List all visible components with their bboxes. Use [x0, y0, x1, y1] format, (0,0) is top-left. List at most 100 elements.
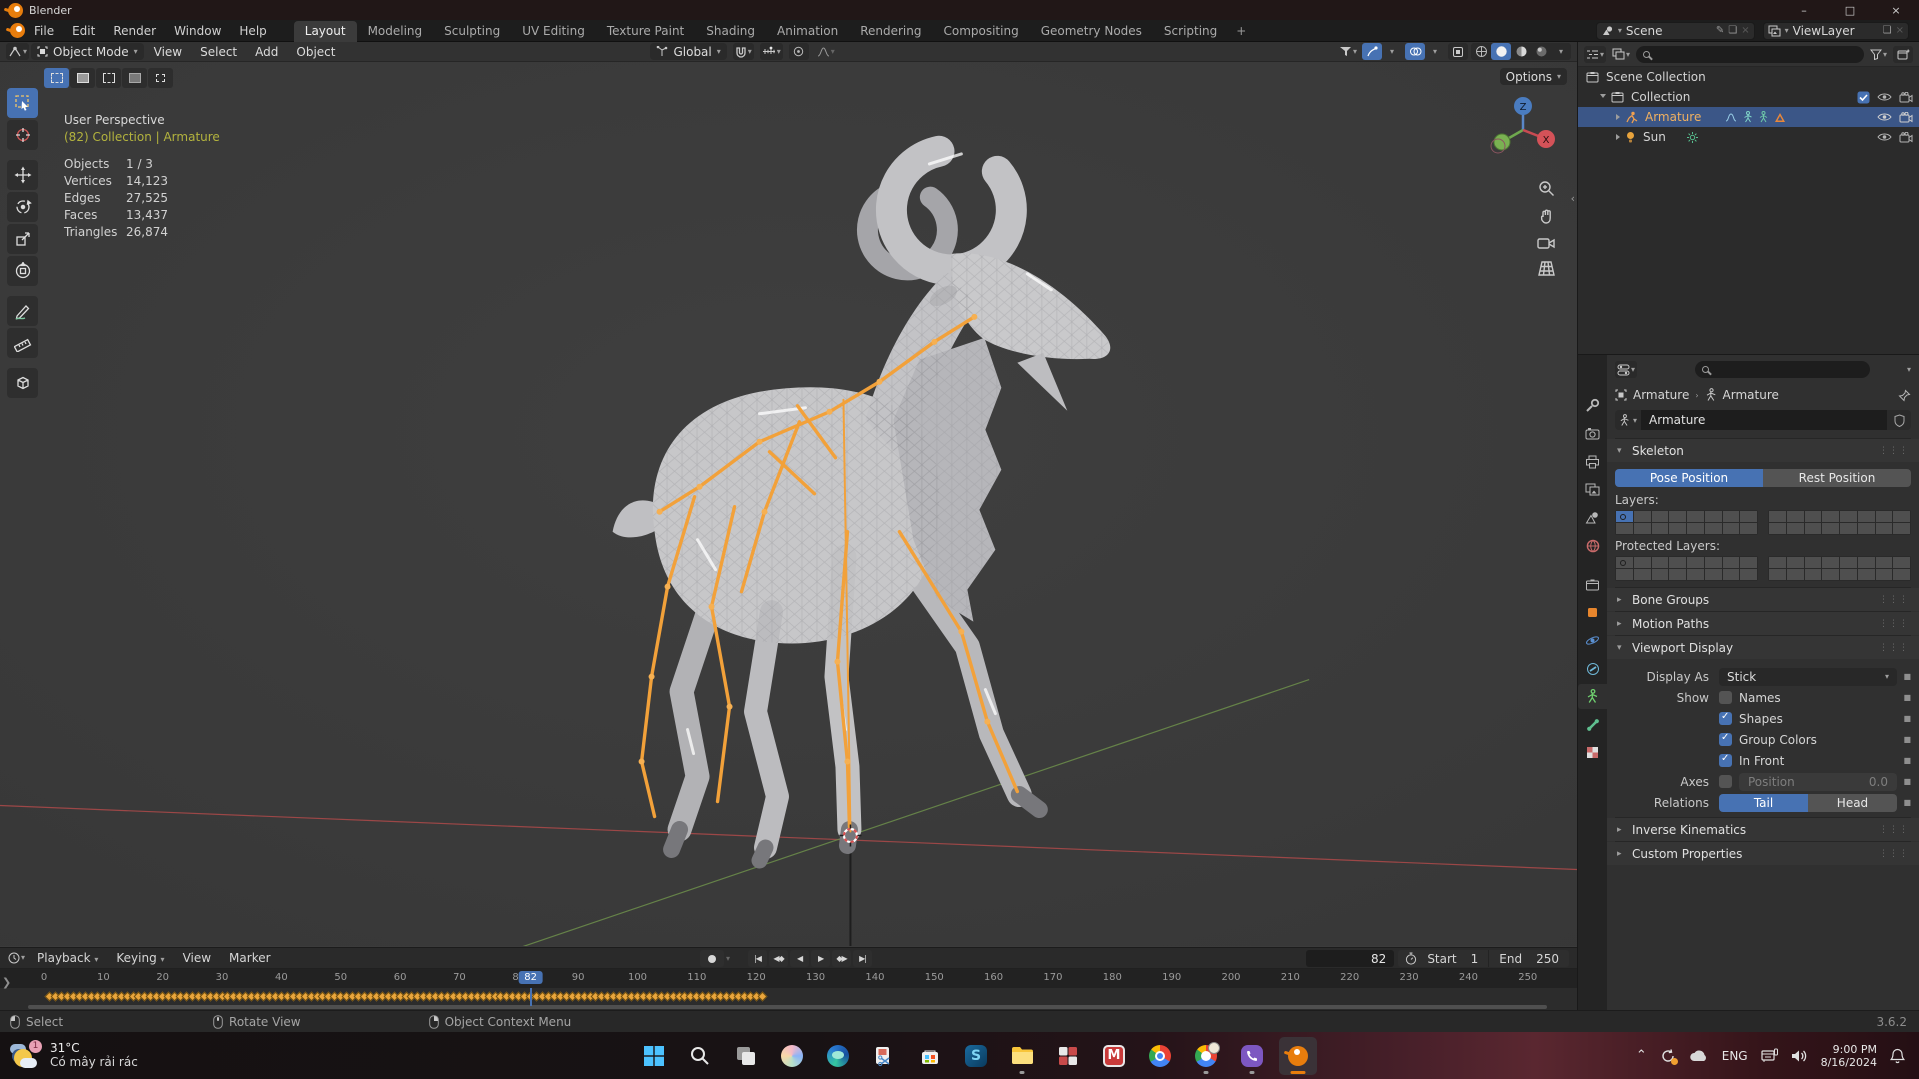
bone-layer-cell[interactable]: [1633, 569, 1651, 580]
jump-to-end-button[interactable]: ▶|: [853, 950, 873, 967]
bone-layer-cell[interactable]: [1857, 523, 1875, 534]
skeleton-panel-header[interactable]: ▾ Skeleton ⋮⋮⋮: [1607, 439, 1919, 462]
bone-layer-cell[interactable]: [1822, 511, 1839, 522]
show-shapes-checkbox[interactable]: Shapes: [1719, 711, 1783, 726]
animate-dot[interactable]: ■: [1897, 672, 1911, 681]
panel-grip-icon[interactable]: ⋮⋮⋮: [1879, 825, 1909, 835]
3d-viewport[interactable]: User Perspective (82) Collection | Armat…: [0, 62, 1577, 947]
outliner-editor-dropdown[interactable]: ▾: [1584, 45, 1607, 63]
options-dropdown[interactable]: Options ▾: [1499, 68, 1567, 85]
shading-wireframe-button[interactable]: [1471, 43, 1491, 60]
task-view-button[interactable]: [727, 1037, 765, 1075]
navigation-gizmo[interactable]: Z X: [1485, 92, 1561, 171]
bone-layer-cell[interactable]: [1704, 523, 1722, 534]
bone-layer-cell[interactable]: [1633, 557, 1651, 568]
outliner-filter-dropdown[interactable]: ▾: [1868, 46, 1889, 63]
bone-groups-header[interactable]: ▸ Bone Groups ⋮⋮⋮: [1607, 588, 1919, 611]
editor-type-dropdown[interactable]: ▾: [6, 43, 30, 60]
animate-dot[interactable]: ■: [1897, 756, 1911, 765]
timeline-menu-playback[interactable]: Playback ▾: [29, 951, 106, 965]
panel-grip-icon[interactable]: ⋮⋮⋮: [1879, 643, 1909, 653]
next-keyframe-button[interactable]: ◆▶: [832, 950, 852, 967]
bone-layer-cell[interactable]: [1722, 511, 1740, 522]
snap-target-dropdown[interactable]: ▾: [759, 43, 783, 60]
keyframe-strip[interactable]: [0, 988, 1577, 1010]
weather-widget[interactable]: 1 31°C Có mây rải rác: [0, 1039, 230, 1072]
bone-layer-cell[interactable]: [1804, 511, 1822, 522]
outliner-display-mode-dropdown[interactable]: ▾: [1610, 46, 1632, 63]
animate-dot[interactable]: ■: [1897, 693, 1911, 702]
bone-layer-cell[interactable]: [1687, 569, 1704, 580]
expand-arrow-icon[interactable]: [1616, 114, 1620, 120]
blender-menu-icon[interactable]: [10, 23, 25, 38]
play-reverse-button[interactable]: ◀: [790, 950, 810, 967]
previous-keyframe-button[interactable]: ◀◆: [769, 950, 789, 967]
bone-layer-cell[interactable]: [1616, 569, 1633, 580]
bone-layer-cell[interactable]: [1704, 557, 1722, 568]
bone-layer-cell[interactable]: [1893, 511, 1910, 522]
tab-uv-editing[interactable]: UV Editing: [511, 21, 596, 42]
motion-paths-header[interactable]: ▸ Motion Paths ⋮⋮⋮: [1607, 612, 1919, 635]
bone-layer-cell[interactable]: [1840, 523, 1857, 534]
tab-world[interactable]: [1578, 533, 1607, 558]
select-subtract-button[interactable]: [96, 68, 121, 88]
frame-start-field[interactable]: Start 1: [1417, 952, 1488, 966]
outliner-row-scene-collection[interactable]: Scene Collection: [1578, 67, 1919, 87]
tool-scale[interactable]: [7, 224, 38, 254]
tab-shading[interactable]: Shading: [695, 21, 766, 42]
shading-material-button[interactable]: [1511, 43, 1531, 60]
outliner-search-input[interactable]: [1636, 45, 1864, 63]
add-workspace-button[interactable]: +: [1228, 21, 1254, 42]
hide-eye-icon[interactable]: [1877, 112, 1892, 122]
select-set-button[interactable]: [44, 68, 69, 88]
tab-geometry-nodes[interactable]: Geometry Nodes: [1030, 21, 1153, 42]
bone-layer-cell[interactable]: [1769, 523, 1786, 534]
select-extend-button[interactable]: [70, 68, 95, 88]
bone-layer-cell[interactable]: [1722, 557, 1740, 568]
properties-options-dropdown[interactable]: ▾: [1907, 365, 1911, 374]
outliner-row-collection[interactable]: Collection: [1578, 87, 1919, 107]
pin-icon[interactable]: [1898, 388, 1911, 402]
chrome-profile-button[interactable]: [1187, 1037, 1225, 1075]
tray-chevron-icon[interactable]: ⌃: [1636, 1048, 1647, 1063]
tab-collection[interactable]: [1578, 572, 1607, 597]
pose-position-button[interactable]: Pose Position: [1615, 469, 1763, 487]
bone-layer-cell[interactable]: [1893, 557, 1910, 568]
file-explorer-button[interactable]: [1003, 1037, 1041, 1075]
bone-layer-cell[interactable]: [1740, 523, 1757, 534]
tab-animation[interactable]: Animation: [766, 21, 849, 42]
show-group-colors-checkbox[interactable]: Group Colors: [1719, 732, 1817, 747]
outliner-row-armature[interactable]: Armature: [1578, 107, 1919, 127]
viewport-menu-add[interactable]: Add: [247, 45, 286, 59]
bone-layer-cell[interactable]: [1822, 557, 1839, 568]
timeline-menu-view[interactable]: View: [175, 951, 219, 965]
tab-layout[interactable]: Layout: [293, 20, 357, 42]
properties-search-input[interactable]: [1695, 361, 1871, 378]
orthographic-grid-icon[interactable]: [1537, 261, 1555, 276]
maximize-button[interactable]: □: [1827, 0, 1873, 20]
axes-position-slider[interactable]: Position 0.0: [1739, 772, 1897, 791]
breadcrumb-object[interactable]: Armature: [1633, 388, 1689, 402]
select-intersect-button[interactable]: [148, 68, 173, 88]
bone-layer-cell[interactable]: [1616, 523, 1633, 534]
bone-layer-cell[interactable]: [1857, 557, 1875, 568]
tab-bone[interactable]: [1578, 712, 1607, 737]
bone-layer-cell[interactable]: [1875, 523, 1893, 534]
tab-output[interactable]: [1578, 449, 1607, 474]
tab-texture[interactable]: [1578, 740, 1607, 765]
menu-help[interactable]: Help: [230, 20, 275, 42]
bone-layer-cell[interactable]: [1616, 557, 1633, 568]
datablock-name-input[interactable]: Armature: [1641, 410, 1887, 430]
expand-arrow-icon[interactable]: [1600, 93, 1606, 101]
bone-layer-cell[interactable]: [1669, 523, 1686, 534]
snipping-tool-button[interactable]: [865, 1037, 903, 1075]
animate-dot[interactable]: ■: [1897, 714, 1911, 723]
tool-measure[interactable]: [7, 328, 38, 358]
tab-compositing[interactable]: Compositing: [932, 21, 1029, 42]
checkbox-icon[interactable]: [1857, 91, 1870, 104]
timeline-scrollbar[interactable]: [28, 1004, 1547, 1009]
tab-tool[interactable]: [1578, 393, 1607, 418]
panel-grip-icon[interactable]: ⋮⋮⋮: [1879, 849, 1909, 859]
bone-layer-cell[interactable]: [1740, 511, 1757, 522]
minimize-button[interactable]: –: [1781, 0, 1827, 20]
